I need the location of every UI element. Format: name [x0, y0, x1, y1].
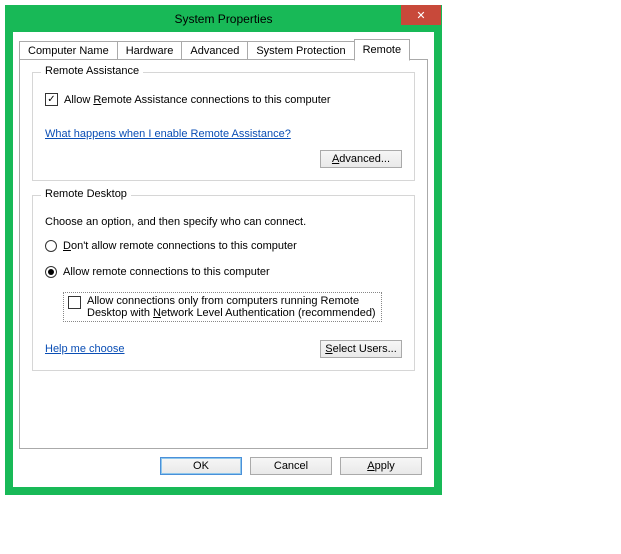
titlebar[interactable]: System Properties ✕: [6, 6, 441, 32]
dialog-footer: OK Cancel Apply: [19, 449, 428, 481]
radio-dont-allow[interactable]: Don't allow remote connections to this c…: [45, 240, 402, 252]
link-what-happens[interactable]: What happens when I enable Remote Assist…: [45, 128, 291, 140]
tabpage-remote: Remote Assistance Allow Remote Assistanc…: [19, 59, 428, 449]
ok-button[interactable]: OK: [160, 457, 242, 475]
checkbox-icon: [68, 296, 81, 309]
tab-system-protection[interactable]: System Protection: [247, 41, 354, 60]
checkbox-label: Allow connections only from computers ru…: [87, 295, 377, 319]
tab-hardware[interactable]: Hardware: [117, 41, 183, 60]
radio-icon: [45, 266, 57, 278]
client-area: Computer Name Hardware Advanced System P…: [6, 32, 441, 494]
window-title: System Properties: [6, 12, 441, 26]
group-remote-assistance: Remote Assistance Allow Remote Assistanc…: [32, 72, 415, 181]
checkbox-label: Allow Remote Assistance connections to t…: [64, 94, 331, 106]
close-icon: ✕: [416, 9, 425, 22]
group-remote-desktop: Remote Desktop Choose an option, and the…: [32, 195, 415, 371]
remote-desktop-description: Choose an option, and then specify who c…: [45, 216, 402, 228]
tab-advanced[interactable]: Advanced: [181, 41, 248, 60]
link-help-me-choose[interactable]: Help me choose: [45, 343, 125, 355]
checkbox-icon: [45, 93, 58, 106]
close-button[interactable]: ✕: [401, 5, 441, 25]
checkbox-allow-remote-assistance[interactable]: Allow Remote Assistance connections to t…: [45, 93, 402, 106]
legend-remote-assistance: Remote Assistance: [41, 65, 143, 77]
radio-label: Don't allow remote connections to this c…: [63, 240, 297, 252]
radio-allow[interactable]: Allow remote connections to this compute…: [45, 266, 402, 278]
select-users-button[interactable]: Select Users...: [320, 340, 402, 358]
tab-remote[interactable]: Remote: [354, 39, 411, 61]
inner-panel: Computer Name Hardware Advanced System P…: [13, 32, 434, 487]
radio-icon: [45, 240, 57, 252]
legend-remote-desktop: Remote Desktop: [41, 188, 131, 200]
tabstrip: Computer Name Hardware Advanced System P…: [19, 39, 428, 60]
checkbox-nla[interactable]: Allow connections only from computers ru…: [63, 292, 382, 322]
advanced-button[interactable]: Advanced...: [320, 150, 402, 168]
radio-label: Allow remote connections to this compute…: [63, 266, 270, 278]
system-properties-window: System Properties ✕ Computer Name Hardwa…: [5, 5, 442, 495]
apply-button[interactable]: Apply: [340, 457, 422, 475]
cancel-button[interactable]: Cancel: [250, 457, 332, 475]
tab-computer-name[interactable]: Computer Name: [19, 41, 118, 60]
